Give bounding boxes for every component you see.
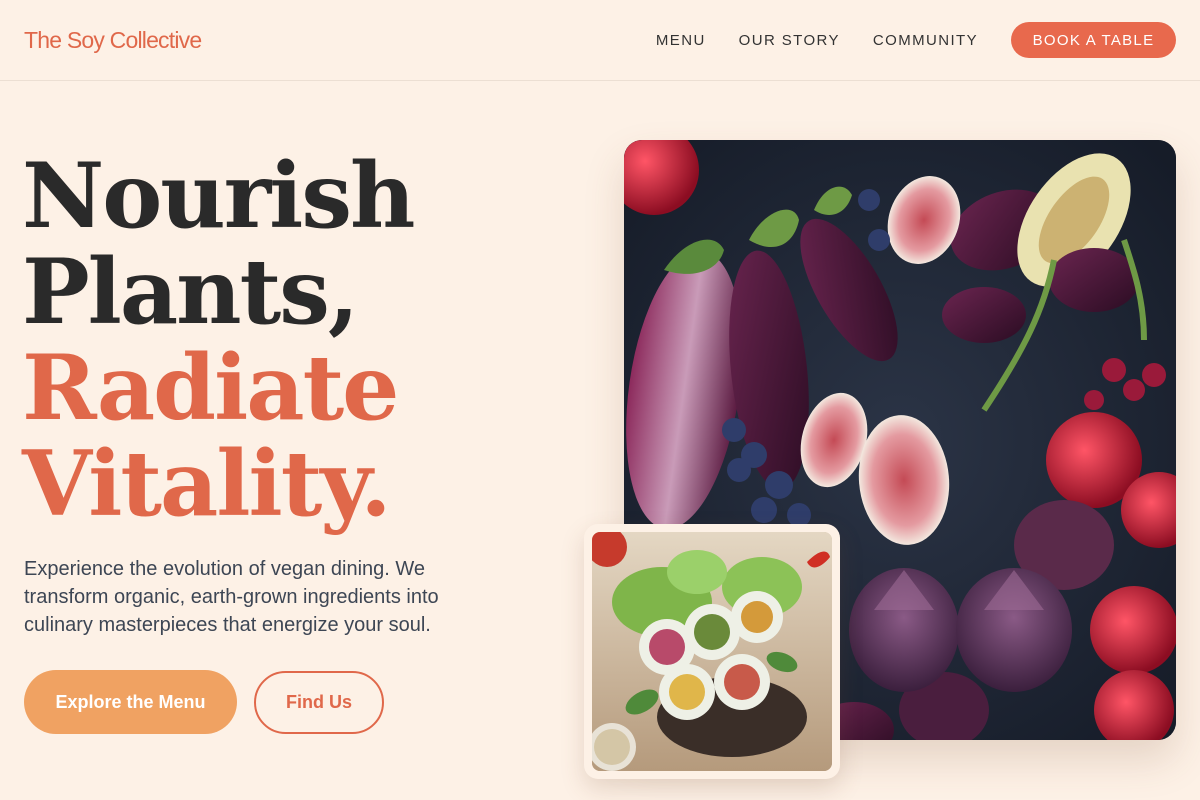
spring-rolls-image (592, 532, 832, 771)
nav-community-link[interactable]: COMMUNITY (873, 32, 978, 49)
headline-line-4: Vitality. (22, 431, 392, 537)
hero-headline: Nourish Plants, Radiate Vitality. (22, 143, 415, 537)
explore-menu-button[interactable]: Explore the Menu (24, 670, 237, 734)
nav-our-story-link[interactable]: OUR STORY (739, 32, 840, 49)
headline-line-1: Nourish (22, 143, 415, 249)
brand-logo[interactable]: The Soy Collective (24, 27, 202, 54)
hero-description: Experience the evolution of vegan dining… (24, 558, 439, 636)
spring-rolls-card (584, 524, 840, 779)
book-table-button[interactable]: BOOK A TABLE (1011, 22, 1176, 58)
site-header: The Soy Collective MENU OUR STORY COMMUN… (0, 0, 1200, 81)
find-us-button[interactable]: Find Us (254, 671, 384, 734)
main-nav: MENU OUR STORY COMMUNITY BOOK A TABLE (656, 22, 1176, 58)
headline-line-3: Radiate (22, 335, 399, 441)
nav-menu-link[interactable]: MENU (656, 32, 706, 49)
headline-line-2: Plants, (22, 239, 359, 345)
